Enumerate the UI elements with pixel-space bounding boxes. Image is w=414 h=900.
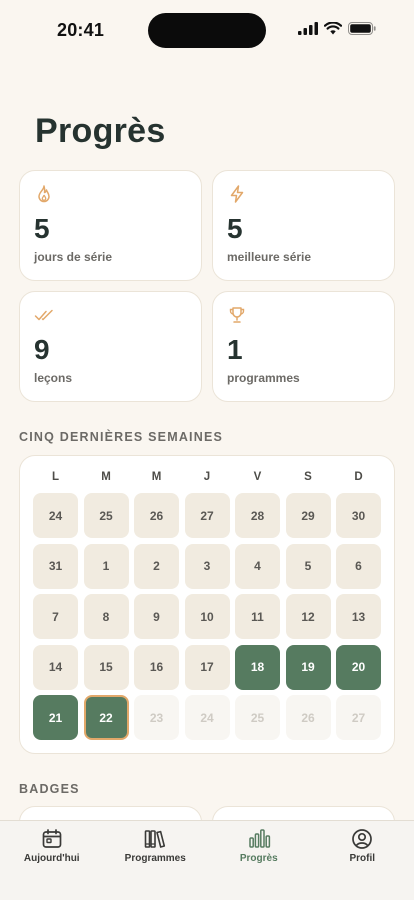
page-title: Progrès bbox=[35, 112, 166, 150]
tab-bar: Aujourd'hui Programmes Progrès Profil bbox=[0, 820, 414, 900]
calendar-day: 25 bbox=[235, 695, 280, 740]
calendar-day[interactable]: 21 bbox=[33, 695, 78, 740]
calendar-day: 24 bbox=[184, 695, 230, 740]
tab-label: Progrès bbox=[239, 853, 278, 864]
calendar-day[interactable]: 17 bbox=[184, 644, 230, 690]
calendar-day[interactable]: 10 bbox=[184, 594, 230, 639]
dynamic-island bbox=[148, 13, 266, 48]
battery-icon bbox=[348, 22, 376, 35]
tab-profile[interactable]: Profil bbox=[311, 821, 414, 881]
calendar-day[interactable]: 4 bbox=[235, 543, 280, 589]
calendar-day[interactable]: 18 bbox=[235, 644, 280, 690]
stat-label: jours de série bbox=[34, 250, 113, 264]
tab-programs[interactable]: Programmes bbox=[104, 821, 208, 881]
calendar-day[interactable]: 20 bbox=[336, 644, 381, 690]
calendar-day: 27 bbox=[336, 695, 381, 740]
calendar-icon bbox=[42, 829, 62, 848]
calendar-day[interactable]: 3 bbox=[184, 543, 230, 589]
calendar-day[interactable]: 12 bbox=[285, 594, 331, 639]
flame-icon bbox=[38, 185, 50, 203]
weekday-header: S bbox=[304, 471, 312, 483]
status-time: 20:41 bbox=[57, 20, 105, 40]
calendar-day[interactable]: 24 bbox=[33, 493, 78, 538]
calendar-day[interactable]: 28 bbox=[235, 493, 280, 538]
calendar-day[interactable]: 14 bbox=[33, 644, 78, 690]
weekday-header: L bbox=[51, 471, 60, 483]
status-icons bbox=[298, 22, 376, 35]
calendar-day: 26 bbox=[285, 695, 331, 740]
lightning-icon bbox=[230, 185, 244, 203]
calendar-day[interactable]: 15 bbox=[83, 644, 129, 690]
calendar-day[interactable]: 5 bbox=[285, 543, 331, 589]
stat-label: meilleure série bbox=[227, 250, 312, 264]
tab-label: Profil bbox=[349, 853, 376, 864]
tab-label: Aujourd'hui bbox=[23, 853, 80, 864]
calendar-day: 23 bbox=[134, 695, 179, 740]
user-circle-icon bbox=[352, 829, 373, 849]
signal-icon bbox=[298, 22, 318, 35]
calendar-day[interactable]: 7 bbox=[33, 594, 78, 639]
stat-value: 1 bbox=[227, 334, 243, 365]
double-check-icon bbox=[34, 309, 53, 321]
calendar-day[interactable]: 1 bbox=[83, 543, 129, 589]
stat-card-best-streak: 5 meilleure série bbox=[212, 170, 395, 281]
calendar-day[interactable]: 19 bbox=[285, 644, 331, 690]
weekday-header: J bbox=[203, 471, 211, 483]
bar-chart-icon bbox=[249, 829, 270, 848]
badges-section-title: BADGES bbox=[19, 782, 80, 796]
wifi-icon bbox=[324, 22, 342, 35]
calendar-day[interactable]: 8 bbox=[83, 594, 129, 639]
calendar-day[interactable]: 30 bbox=[336, 493, 381, 538]
calendar-day[interactable]: 26 bbox=[134, 493, 179, 538]
stat-value: 9 bbox=[34, 334, 50, 365]
calendar-day[interactable]: 29 bbox=[285, 493, 331, 538]
calendar-day[interactable]: 11 bbox=[235, 594, 280, 639]
calendar-section-title: CINQ DERNIÈRES SEMAINES bbox=[19, 430, 224, 444]
stat-label: programmes bbox=[227, 371, 300, 385]
calendar-day[interactable]: 9 bbox=[134, 594, 179, 639]
calendar-day[interactable]: 31 bbox=[33, 543, 78, 589]
calendar-day[interactable]: 16 bbox=[134, 644, 179, 690]
books-icon bbox=[144, 830, 166, 848]
tab-today[interactable]: Aujourd'hui bbox=[0, 821, 104, 881]
stat-value: 5 bbox=[34, 213, 50, 244]
stat-value: 5 bbox=[227, 213, 243, 244]
stat-card-lessons: 9 leçons bbox=[19, 291, 202, 402]
calendar-day[interactable]: 27 bbox=[184, 493, 230, 538]
calendar-day-today[interactable]: 22 bbox=[83, 695, 129, 740]
calendar-day[interactable]: 6 bbox=[336, 543, 381, 589]
status-bar: 20:41 bbox=[0, 0, 414, 60]
stat-card-streak: 5 jours de série bbox=[19, 170, 202, 281]
calendar-day[interactable]: 25 bbox=[83, 493, 129, 538]
weekday-header: M bbox=[101, 471, 111, 483]
calendar-day[interactable]: 13 bbox=[336, 594, 381, 639]
tab-progress[interactable]: Progrès bbox=[207, 821, 311, 881]
five-week-calendar: L M M J V S D 24 25 26 27 28 29 30 31 1 2 3 4 5 6 7 8 9 10 11 12 13… bbox=[19, 455, 395, 754]
stat-label: leçons bbox=[34, 371, 73, 385]
calendar-day[interactable]: 2 bbox=[134, 543, 179, 589]
stat-card-programs: 1 programmes bbox=[212, 291, 395, 402]
weekday-header: D bbox=[354, 471, 363, 483]
weekday-header: V bbox=[253, 471, 262, 483]
trophy-icon bbox=[229, 307, 245, 323]
tab-label: Programmes bbox=[124, 853, 186, 864]
weekday-header: M bbox=[151, 471, 162, 483]
